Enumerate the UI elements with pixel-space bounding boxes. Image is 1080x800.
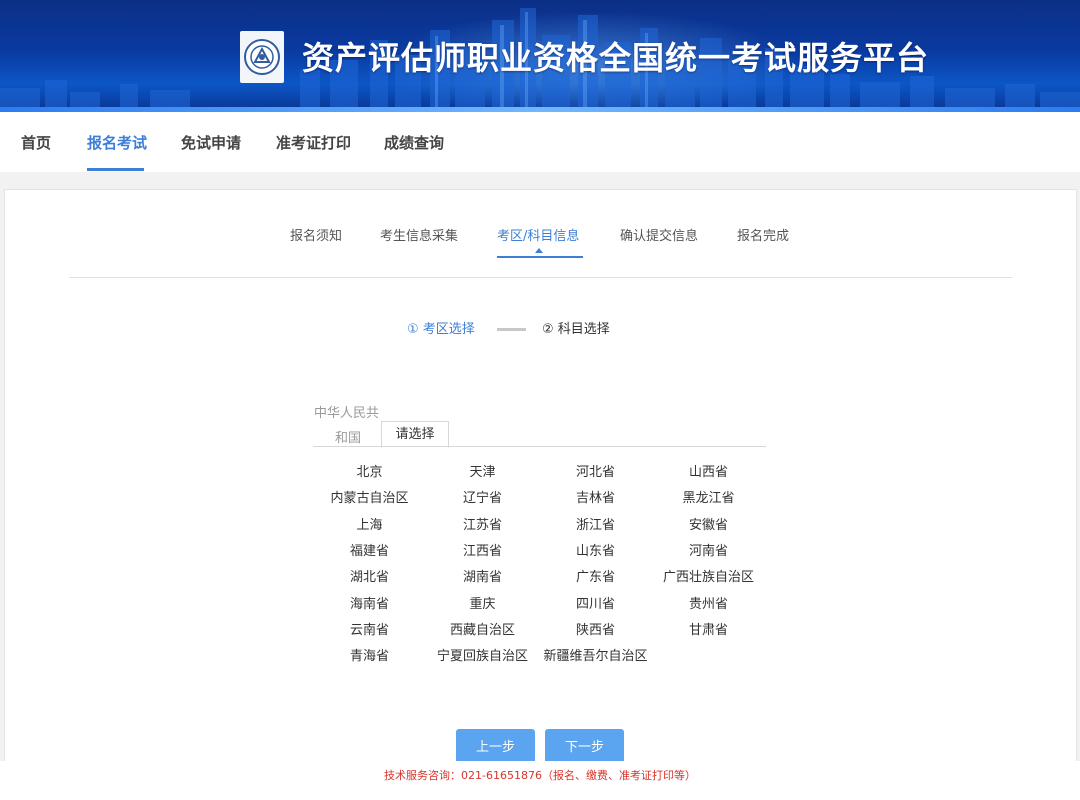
province-option[interactable]: 西藏自治区: [426, 618, 539, 644]
nav-home[interactable]: 首页: [21, 132, 51, 153]
province-option[interactable]: 陕西省: [539, 618, 652, 644]
province-option[interactable]: 上海: [313, 513, 426, 539]
province-option[interactable]: 江西省: [426, 539, 539, 565]
substep-area-selection: ① 考区选择: [407, 322, 475, 337]
province-option[interactable]: 江苏省: [426, 513, 539, 539]
nav-exemption-application[interactable]: 免试申请: [181, 132, 241, 153]
province-option[interactable]: 福建省: [313, 539, 426, 565]
steps-divider: [69, 277, 1012, 278]
region-picker: 中华人民共 和国 请选择 北京 天津 河北省 山西省内蒙古自治区 辽宁省 吉林省 黑龙江省上…: [313, 400, 768, 680]
picker-tab-line: [313, 446, 766, 447]
province-option[interactable]: 新疆维吾尔自治区: [539, 644, 652, 670]
substep-connector: [497, 328, 526, 331]
province-option[interactable]: 云南省: [313, 618, 426, 644]
province-option[interactable]: 湖南省: [426, 565, 539, 591]
nav-admission-ticket-print[interactable]: 准考证打印: [276, 132, 351, 153]
active-step-underline: [497, 256, 583, 258]
province-option[interactable]: 河南省: [652, 539, 765, 565]
province-option[interactable]: 安徽省: [652, 513, 765, 539]
header-banner: 资产评估师职业资格全国统一考试服务平台: [0, 0, 1080, 112]
country-tab-label-wrap[interactable]: 和国: [335, 427, 361, 446]
province-option[interactable]: 甘肃省: [652, 618, 765, 644]
footer: 技术服务咨询：021-61651876（报名、缴费、准考证打印等）: [0, 761, 1080, 800]
nav-exam-registration[interactable]: 报名考试: [87, 132, 147, 153]
province-option[interactable]: 广东省: [539, 565, 652, 591]
province-option[interactable]: 浙江省: [539, 513, 652, 539]
platform-title: 资产评估师职业资格全国统一考试服务平台: [302, 39, 930, 77]
province-option[interactable]: 山东省: [539, 539, 652, 565]
step-registration-notice[interactable]: 报名须知: [290, 225, 342, 244]
province-option[interactable]: 湖北省: [313, 565, 426, 591]
province-option[interactable]: 内蒙古自治区: [313, 486, 426, 512]
province-option[interactable]: 吉林省: [539, 486, 652, 512]
province-option[interactable]: 北京: [313, 460, 426, 486]
province-option[interactable]: 广西壮族自治区: [652, 565, 765, 591]
province-option[interactable]: 宁夏回族自治区: [426, 644, 539, 670]
province-option[interactable]: 黑龙江省: [652, 486, 765, 512]
registration-steps: 报名须知 考生信息采集 考区/科目信息 确认提交信息 报名完成: [5, 190, 1076, 280]
step-candidate-info[interactable]: 考生信息采集: [380, 225, 458, 244]
top-navigation: 首页 报名考试 免试申请 准考证打印 成绩查询: [0, 112, 1080, 172]
province-option[interactable]: 贵州省: [652, 592, 765, 618]
step-registration-complete[interactable]: 报名完成: [737, 225, 789, 244]
province-option[interactable]: 四川省: [539, 592, 652, 618]
province-option[interactable]: 天津: [426, 460, 539, 486]
nav-score-query[interactable]: 成绩查询: [384, 132, 444, 153]
country-tab-label[interactable]: 中华人民共: [314, 402, 379, 421]
province-option[interactable]: 山西省: [652, 460, 765, 486]
step-area-subject-info[interactable]: 考区/科目信息: [497, 225, 579, 244]
nav-active-underline: [87, 168, 144, 171]
province-option[interactable]: 青海省: [313, 644, 426, 670]
tech-support-contact: 技术服务咨询：021-61651876（报名、缴费、准考证打印等）: [384, 769, 696, 782]
province-option[interactable]: 辽宁省: [426, 486, 539, 512]
sub-steps: ① 考区选择 ② 科目选择: [5, 318, 1076, 342]
select-province-tab[interactable]: 请选择: [381, 421, 449, 448]
association-logo-icon: [240, 31, 284, 83]
province-option[interactable]: 海南省: [313, 592, 426, 618]
substep-subject-selection: ② 科目选择: [542, 322, 610, 337]
registration-card: 报名须知 考生信息采集 考区/科目信息 确认提交信息 报名完成 ① 考区选择 ②…: [4, 189, 1077, 771]
active-step-caret-icon: [535, 248, 543, 253]
province-option[interactable]: 重庆: [426, 592, 539, 618]
province-option[interactable]: 河北省: [539, 460, 652, 486]
step-confirm-submit[interactable]: 确认提交信息: [620, 225, 698, 244]
